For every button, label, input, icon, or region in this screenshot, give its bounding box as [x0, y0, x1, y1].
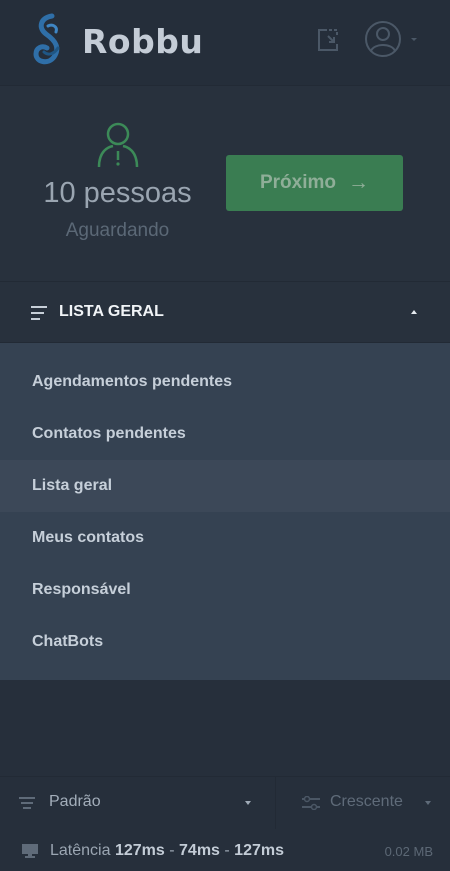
- list-section-toggle[interactable]: LISTA GERAL: [0, 281, 450, 343]
- robbu-logo-icon: [33, 13, 60, 65]
- order-value: Padrão: [49, 793, 101, 810]
- next-button[interactable]: Próximo →: [226, 155, 403, 211]
- waiting-status: Aguardando: [65, 220, 170, 241]
- menu-item-contatos-pendentes[interactable]: Contatos pendentes: [0, 408, 450, 460]
- latency-separator: -: [224, 842, 230, 859]
- exit-icon: [318, 29, 338, 51]
- list-icon: [31, 306, 47, 320]
- latency-readout: Latência 127ms - 74ms - 127ms: [50, 842, 284, 860]
- menu-item-agendamentos-pendentes[interactable]: Agendamentos pendentes: [0, 356, 450, 408]
- latency-separator: -: [169, 842, 175, 859]
- order-select[interactable]: Padrão: [0, 777, 276, 829]
- arrow-right-icon: →: [348, 171, 370, 194]
- brand-name: Robbu: [82, 22, 204, 61]
- app-header: Robbu: [0, 0, 450, 86]
- chevron-down-icon: [245, 801, 251, 805]
- sort-lines-icon: [19, 797, 35, 809]
- person-waiting-icon: [97, 122, 139, 168]
- chevron-down-icon: [411, 38, 417, 41]
- chevron-down-icon: [425, 801, 431, 805]
- exit-button[interactable]: [314, 26, 342, 54]
- latency-value-3: 127ms: [234, 842, 284, 859]
- menu-item-chatbots[interactable]: ChatBots: [0, 616, 450, 668]
- section-title: LISTA GERAL: [59, 303, 164, 320]
- queue-panel: 10 pessoas Aguardando Próximo →: [0, 86, 450, 281]
- monitor-icon: [22, 844, 38, 858]
- user-menu-button[interactable]: [362, 18, 424, 62]
- data-usage: 0.02 MB: [384, 844, 433, 859]
- menu-item-responsavel[interactable]: Responsável: [0, 564, 450, 616]
- waiting-count: 10 pessoas: [43, 177, 192, 209]
- latency-label: Latência: [50, 842, 111, 859]
- direction-value: Crescente: [330, 793, 403, 810]
- sort-bar: Padrão Crescente: [0, 776, 450, 829]
- next-button-label: Próximo: [259, 172, 337, 193]
- menu-item-meus-contatos[interactable]: Meus contatos: [0, 512, 450, 564]
- chevron-up-icon: [411, 310, 417, 314]
- user-avatar-icon: [365, 21, 417, 57]
- direction-select[interactable]: Crescente: [277, 777, 450, 829]
- status-bar: Latência 127ms - 74ms - 127ms 0.02 MB: [0, 829, 450, 871]
- latency-value-2: 74ms: [179, 842, 220, 859]
- list-menu: Agendamentos pendentes Contatos pendente…: [0, 343, 450, 680]
- latency-value-1: 127ms: [114, 842, 165, 859]
- sliders-icon: [302, 796, 320, 810]
- menu-item-lista-geral[interactable]: Lista geral: [0, 460, 450, 512]
